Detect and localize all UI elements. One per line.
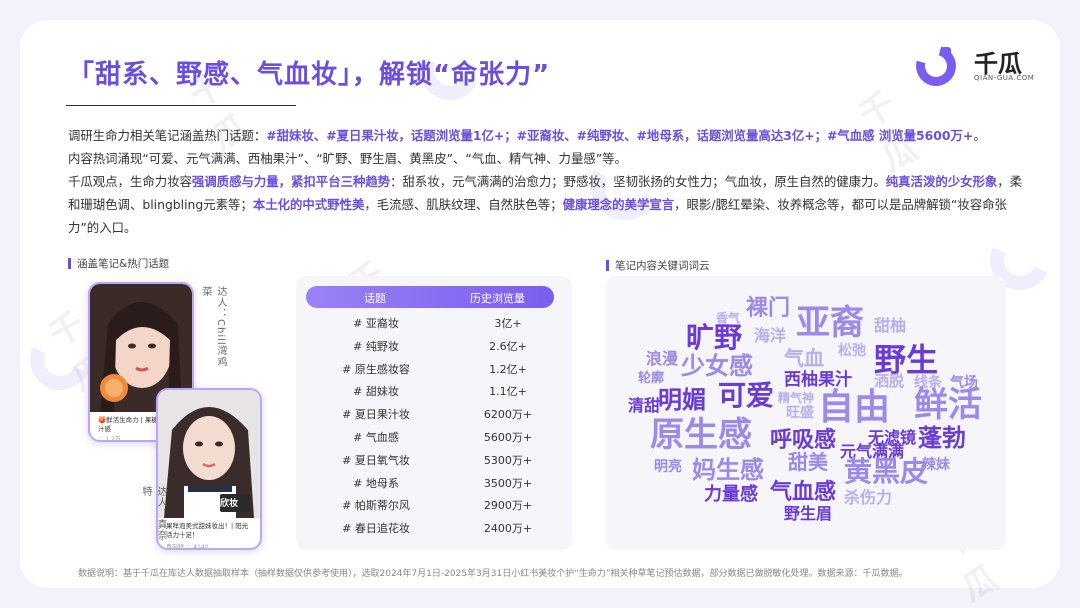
note-card[interactable]: 欣妆 果咩泡美式甜妹妆出！| 阳光活力十足！ 真奈特 ♡ 4142 [156, 388, 262, 550]
topic-cell: # 原生感妆容 [342, 362, 410, 376]
text-run: 内容热词涌现“可爱、元气满满、西柚果汁”、“旷野、野生眉、黄黑皮”、“气血、精气… [68, 151, 627, 166]
wordcloud-word: 黄黑皮 [844, 455, 929, 488]
brand-logo: 千瓜 QIAN-GUA.COM [908, 38, 1036, 94]
summary-text: 调研生命力相关笔记涵盖热门话题：#甜妹妆、#夏日果汁妆，话题浏览量1亿+；#亚裔… [68, 124, 1028, 239]
wordcloud-word: 呼吸感 [770, 428, 837, 453]
right-section-label: 笔记内容关键词词云 [606, 258, 710, 273]
views-cell: 6200万+ [483, 408, 533, 422]
topic-cell: # 甜妹妆 [353, 385, 399, 399]
views-cell: 5300万+ [483, 453, 533, 467]
table-row: # 纯野妆 2.6亿+ [306, 335, 554, 357]
wordcloud-word: 鲜活 [914, 385, 982, 425]
wordcloud-word: 少女感 [681, 352, 753, 380]
wordcloud-word: 海洋 [754, 326, 787, 345]
views-cell: 2400万+ [483, 522, 533, 536]
views-cell: 5600万+ [483, 431, 533, 444]
wordcloud-word: 旷野 [686, 321, 743, 354]
wordcloud-word: 力量感 [704, 484, 758, 505]
text-run: 调研生命力相关笔记涵盖热门话题： [68, 128, 267, 143]
section-bar [68, 258, 71, 269]
text-run: 。 [973, 128, 986, 143]
wordcloud-word: 裸门 [746, 296, 791, 321]
wordcloud-word: 亚裔 [796, 303, 864, 343]
table-row: # 气血感 5600万+ [306, 426, 554, 448]
table-row: # 帕斯蒂尔风 2900万+ [306, 494, 554, 516]
table-row: # 春日追花妆 2400万+ [306, 517, 554, 539]
logo-url: QIAN-GUA.COM [974, 74, 1035, 82]
qiangua-logo-icon [908, 38, 964, 94]
table-row: # 原生感妆容 1.2亿+ [306, 358, 554, 380]
topic-table: 话题 历史浏览量 # 亚裔妆 3亿+ # 纯野妆 2.6亿+ # 原生感妆容 1.2亿+ #… [296, 276, 572, 550]
wordcloud-word: 浪漫 [646, 349, 679, 368]
wordcloud-word: 气血感 [770, 480, 837, 505]
topic-cell: # 气血感 [353, 431, 399, 444]
column-header-topic: 话题 [364, 292, 386, 305]
author-label: 达人：Chill湾鸡菜 [200, 286, 226, 368]
views-cell: 3亿+ [494, 317, 522, 330]
wordcloud-word: 旺盛 [786, 405, 814, 421]
topic-cell: # 夏日果汁妆 [342, 408, 410, 422]
wordcloud-word: 明媚 [658, 386, 706, 414]
topic-cell: # 帕斯蒂尔风 [342, 499, 410, 513]
note-meta: ♡ 1.2万 [98, 436, 121, 442]
text-run: 千瓜观点，生命力妆容 [68, 174, 192, 189]
wordcloud-word: 原生感 [650, 415, 752, 455]
logo-dot [941, 47, 951, 57]
topic-cell: # 地母系 [353, 476, 399, 490]
views-cell: 3500万+ [483, 476, 533, 490]
views-cell: 2.6亿+ [489, 339, 527, 353]
column-header-views: 历史浏览量 [470, 292, 525, 305]
highlight-run: 健康理念的美学宣言 [562, 197, 675, 212]
table-row: # 亚裔妆 3亿+ [306, 312, 554, 334]
wordcloud-word: 清甜 [628, 396, 661, 415]
text-run: ：甜系妆，元气满满的治愈力；野感妆，坚韧张扬的女性力；气血妆，原生自然的健康力。 [390, 174, 886, 189]
views-cell: 2900万+ [483, 499, 533, 513]
page-title: 「甜系、野感、气血妆」，解锁“命张力” [68, 60, 551, 90]
note-caption: 果咩泡美式甜妹妆出！| 阳光活力十足！ [166, 522, 249, 539]
note-meta: 真奈特 ♡ 4142 [166, 544, 209, 550]
section-label-text: 涵盖笔记&热门话题 [77, 258, 170, 270]
table-row: # 地母系 3500万+ [306, 472, 554, 494]
views-cell: 1.1亿+ [489, 385, 527, 399]
wordcloud-word: 甜柚 [874, 316, 907, 335]
summary-paragraph-2: 千瓜观点，生命力妆容强调质感与力量，紧扣平台三种趋势：甜系妆，元气满满的治愈力；… [68, 170, 1028, 239]
highlight-run: 强调质感与力量，紧扣平台三种趋势 [191, 174, 391, 189]
table-row: # 夏日果汁妆 6200万+ [306, 403, 554, 425]
author-label: 达人：真奈特 [140, 486, 166, 541]
table-row: # 甜妹妆 1.1亿+ [306, 380, 554, 402]
note-badge: 欣妆 [220, 499, 239, 509]
wordcloud-word: 松弛 [838, 343, 866, 359]
wordcloud-word: 自由 [818, 387, 891, 428]
title-underline [66, 105, 296, 106]
highlight-run: #甜妹妆、#夏日果汁妆，话题浏览量1亿+；#亚裔妆、#纯野妆、#地母系，话题浏览… [266, 128, 974, 143]
section-label-text: 笔记内容关键词词云 [615, 260, 710, 272]
data-footnote: 数据说明：基于千瓜在库达人数据抽取样本（抽样数据仅供参考使用），选取2024年7… [78, 569, 908, 579]
keyword-wordcloud: 亚裔 野生 旷野 裸门 香气 海洋 甜柚 浪漫 少女感 气血 松弛 轮廓 西柚果汁 洒脱 线条 气场 精气神 可爱… [606, 276, 1006, 550]
table-row: # 夏日氧气妆 5300万+ [306, 449, 554, 471]
section-bar [606, 260, 609, 271]
topic-cell: # 夏日氧气妆 [342, 453, 410, 467]
wordcloud-word: 气血 [784, 346, 824, 370]
wordcloud-word: 明亮 [654, 459, 682, 475]
left-section-label: 涵盖笔记&热门话题 [68, 256, 169, 271]
wordcloud-word: 精气神 [778, 391, 815, 405]
wordcloud-word: 甜美 [788, 450, 828, 474]
table-header: 话题 历史浏览量 [306, 286, 554, 308]
topic-cell: # 纯野妆 [353, 339, 399, 353]
topic-cell: # 春日追花妆 [342, 522, 410, 536]
summary-paragraph-1: 调研生命力相关笔记涵盖热门话题：#甜妹妆、#夏日果汁妆，话题浏览量1亿+；#亚裔… [68, 124, 1028, 170]
topic-cell: # 亚裔妆 [353, 317, 399, 330]
wordcloud-word: 香气 [716, 311, 741, 325]
wordcloud-word: 可爱 [718, 379, 775, 412]
wordcloud-word: 野生眉 [784, 504, 833, 523]
views-cell: 1.2亿+ [489, 362, 527, 376]
wordcloud-word: 轮廓 [638, 371, 665, 386]
note-photo [158, 390, 260, 518]
wordcloud-word: 妈生感 [692, 456, 764, 484]
highlight-run: 纯真活泼的少女形象 [885, 174, 998, 189]
wordcloud-word: 杀伤力 [844, 488, 893, 507]
text-run: ，毛流感、肌肤纹理、自然肤色等； [364, 197, 563, 212]
wordcloud-word: 蓬勃 [918, 424, 966, 452]
highlight-run: 本土化的中式野性美 [252, 197, 365, 212]
